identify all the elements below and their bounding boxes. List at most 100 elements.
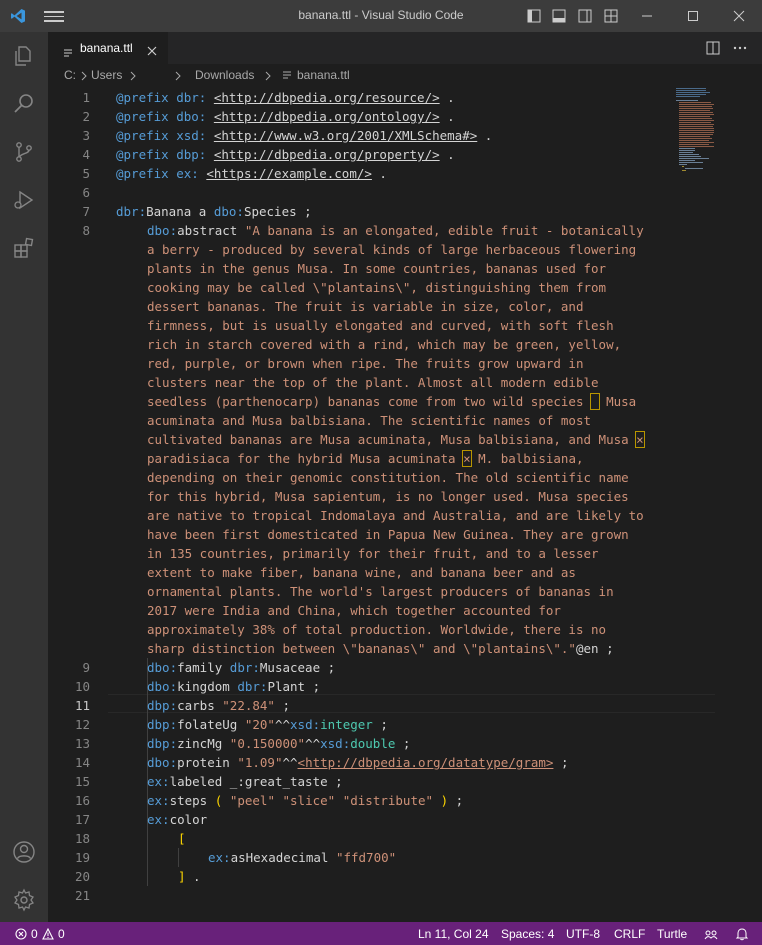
- line-number: 12: [74, 717, 90, 732]
- line-ending-setting[interactable]: CRLF: [614, 927, 645, 941]
- title-bar: banana.ttl - Visual Studio Code: [0, 0, 762, 32]
- code-line-abstract-wrap: acuminata and Musa balbisiana. The scien…: [147, 413, 592, 428]
- chevron-right-icon: [264, 70, 272, 84]
- split-editor-icon[interactable]: [705, 40, 721, 56]
- code-line-abstract-wrap: clusters near the top of the plant. Almo…: [147, 375, 599, 390]
- unusual-character-highlight: ×: [462, 450, 472, 467]
- activity-bar: [0, 32, 48, 922]
- code-line-abstract-wrap: dessert bananas. The fruit is variable i…: [147, 299, 584, 314]
- line-number: 6: [82, 185, 90, 200]
- line-number: 7: [82, 204, 90, 219]
- code-line-abstract-wrap: a berry - produced by several kinds of l…: [147, 242, 637, 257]
- explorer-icon[interactable]: [0, 32, 48, 80]
- code-line-abstract-wrap: for this hybrid, Musa sapientum, is no l…: [147, 489, 629, 504]
- code-line-abstract-wrap: plants in the genus Musa. In some countr…: [147, 261, 607, 276]
- line-number: 18: [74, 831, 90, 846]
- code-line-open-bracket: [: [178, 831, 186, 846]
- breadcrumb-users[interactable]: Users: [91, 68, 122, 82]
- code-line-abstract-end: sharp distinction between \"bananas\" an…: [147, 641, 614, 656]
- code-editor[interactable]: 1 2 3 4 5 6 7 8 9 10 11 12 13 14 15 16 1…: [48, 86, 762, 922]
- breadcrumb-drive[interactable]: C:: [64, 68, 76, 82]
- notifications-bell-icon[interactable]: [735, 927, 749, 941]
- code-line-family: dbo:family dbr:Musaceae ;: [147, 660, 336, 675]
- line-number: 1: [82, 90, 90, 105]
- code-line-abstract-wrap: cultivated bananas are Musa acuminata, M…: [147, 431, 645, 448]
- code-line-prefix: @prefix dbr: <http://dbpedia.org/resourc…: [116, 90, 455, 105]
- line-number: 2: [82, 109, 90, 124]
- breadcrumb: C: Users Downloads banana.ttl: [48, 64, 762, 86]
- customize-layout-icon[interactable]: [603, 8, 619, 24]
- line-number: 14: [74, 755, 90, 770]
- unusual-character-highlight: ×: [635, 431, 645, 448]
- indent-guide: [178, 848, 179, 867]
- application-menu-button[interactable]: [44, 8, 64, 24]
- minimize-button[interactable]: [624, 0, 670, 32]
- close-window-button[interactable]: [716, 0, 762, 32]
- line-number: 19: [74, 850, 90, 865]
- toggle-primary-sidebar-icon[interactable]: [526, 8, 542, 24]
- code-line-abstract-wrap: are native to tropical Indomalaya and Au…: [147, 508, 644, 523]
- line-number: 17: [74, 812, 90, 827]
- code-line-abstract: dbo:abstract "A banana is an elongated, …: [147, 223, 644, 238]
- warning-count[interactable]: 0: [58, 927, 65, 941]
- accounts-icon[interactable]: [0, 828, 48, 876]
- chevron-right-icon: [80, 70, 88, 84]
- vertical-scrollbar[interactable]: [750, 86, 762, 922]
- more-actions-icon[interactable]: [732, 40, 748, 56]
- toggle-panel-icon[interactable]: [551, 8, 567, 24]
- code-line-abstract-wrap: 2017 were India and China, which togethe…: [147, 603, 561, 618]
- search-icon[interactable]: [0, 80, 48, 128]
- tab-banana-ttl[interactable]: banana.ttl: [48, 32, 168, 64]
- code-line-folate: dbp:folateUg "20"^^xsd:integer ;: [147, 717, 388, 732]
- error-icon: [15, 928, 27, 940]
- toggle-secondary-sidebar-icon[interactable]: [577, 8, 593, 24]
- breadcrumb-file[interactable]: banana.ttl: [297, 68, 350, 82]
- code-line-abstract-wrap: seedless (parthenocarp) bananas come fro…: [147, 393, 637, 410]
- breadcrumb-downloads[interactable]: Downloads: [195, 68, 254, 82]
- code-line-close-bracket: ] .: [178, 869, 201, 884]
- source-control-icon[interactable]: [0, 128, 48, 176]
- unusual-character-highlight: [590, 393, 600, 410]
- line-number: 15: [74, 774, 90, 789]
- tab-label: banana.ttl: [80, 41, 133, 55]
- code-line-abstract-wrap: ornamental plants. The world's largest p…: [147, 584, 614, 599]
- line-number: 16: [74, 793, 90, 808]
- cursor-position[interactable]: Ln 11, Col 24: [418, 927, 489, 941]
- editor-tabs: banana.ttl: [48, 32, 762, 64]
- code-line-hex: ex:asHexadecimal "ffd700": [208, 850, 397, 865]
- code-line-subject: dbr:Banana a dbo:Species ;: [116, 204, 312, 219]
- code-line-abstract-wrap: rich in starch covered with a rind, whic…: [147, 337, 622, 352]
- code-line-kingdom: dbo:kingdom dbr:Plant ;: [147, 679, 321, 694]
- line-number: 20: [74, 869, 90, 884]
- code-line-prefix: @prefix xsd: <http://www.w3.org/2001/XML…: [116, 128, 493, 143]
- code-line-prefix: @prefix dbo: <http://dbpedia.org/ontolog…: [116, 109, 455, 124]
- chevron-right-icon: [174, 70, 182, 84]
- run-and-debug-icon[interactable]: [0, 176, 48, 224]
- code-line-abstract-wrap: red, purple, or brown when ripe. The fru…: [147, 356, 584, 371]
- line-number: 9: [82, 660, 90, 675]
- code-line-protein: dbo:protein "1.09"^^<http://dbpedia.org/…: [147, 755, 569, 770]
- extensions-icon[interactable]: [0, 224, 48, 272]
- file-lines-icon: [282, 69, 292, 83]
- close-tab-icon[interactable]: [146, 42, 158, 61]
- line-number: 3: [82, 128, 90, 143]
- minimap[interactable]: [676, 88, 714, 188]
- vscode-logo-icon: [10, 8, 26, 24]
- code-line-steps: ex:steps ( "peel" "slice" "distribute" )…: [147, 793, 464, 808]
- code-line-abstract-wrap: have been first domesticated in Papua Ne…: [147, 527, 629, 542]
- feedback-icon[interactable]: [703, 927, 719, 941]
- error-count[interactable]: 0: [31, 927, 38, 941]
- indentation-setting[interactable]: Spaces: 4: [501, 927, 554, 941]
- code-line-abstract-wrap: depending on their genomic constitution.…: [147, 470, 629, 485]
- maximize-button[interactable]: [670, 0, 716, 32]
- code-line-abstract-wrap: in 135 countries, primarily for their fr…: [147, 546, 599, 561]
- code-line-abstract-wrap: extent to make fiber, banana wine, and b…: [147, 565, 576, 580]
- line-number: 13: [74, 736, 90, 751]
- file-lines-icon: [63, 43, 73, 62]
- manage-gear-icon[interactable]: [0, 876, 48, 924]
- encoding-setting[interactable]: UTF-8: [566, 927, 600, 941]
- code-line-abstract-wrap: approximately 38% of total production. W…: [147, 622, 607, 637]
- code-line-abstract-wrap: firmness, but is usually elongated and c…: [147, 318, 614, 333]
- language-mode[interactable]: Turtle: [657, 927, 687, 941]
- line-number: 5: [82, 166, 90, 181]
